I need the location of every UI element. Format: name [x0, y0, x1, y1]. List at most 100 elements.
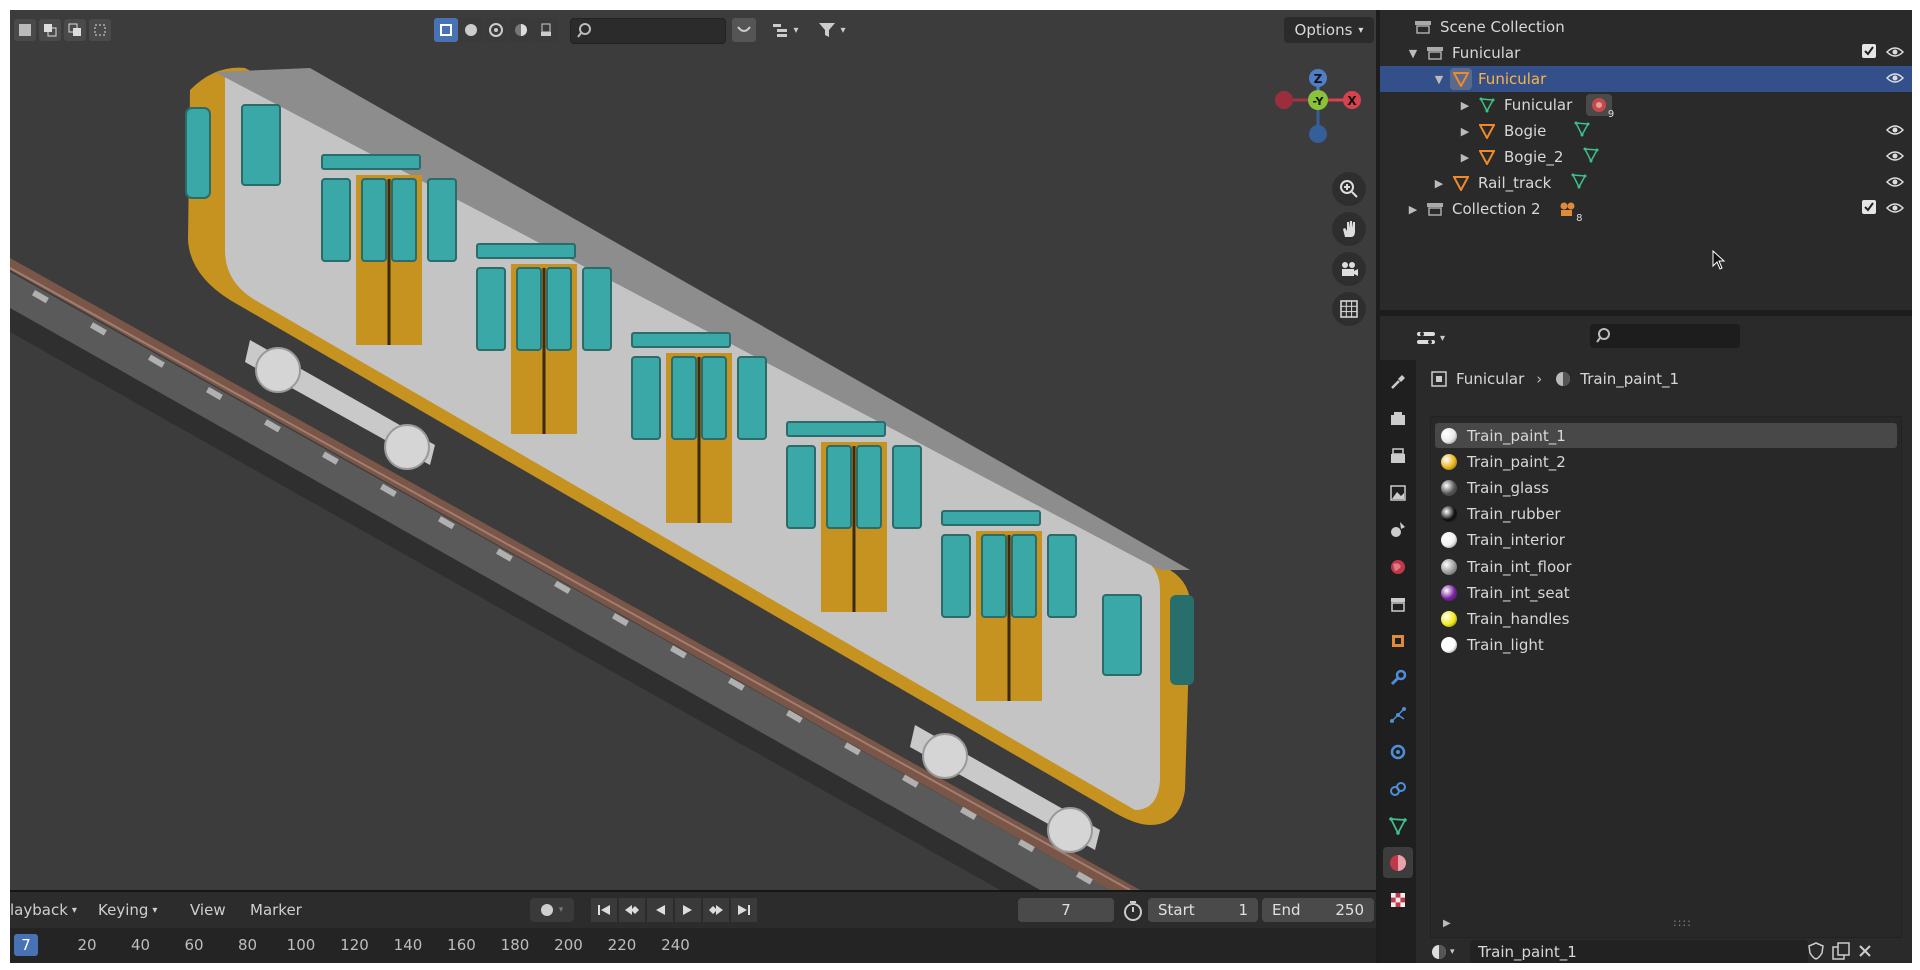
checkbox-icon[interactable] [1862, 200, 1876, 218]
outliner-row-bogie[interactable]: ▶ Bogie [1380, 118, 1912, 144]
overlay-toggle[interactable] [732, 18, 756, 42]
solid-shading-icon[interactable] [459, 18, 483, 42]
expand-right-icon[interactable]: ▶ [1458, 151, 1472, 164]
eye-icon[interactable] [1885, 174, 1905, 192]
particles-tab-icon[interactable] [1383, 699, 1413, 730]
play-icon[interactable] [675, 898, 701, 922]
checkbox-icon[interactable] [1862, 44, 1876, 62]
camera-icon[interactable] [1332, 252, 1366, 286]
eye-icon[interactable] [1885, 44, 1905, 62]
jump-end-icon[interactable] [731, 898, 757, 922]
filter-dropdown[interactable]: ▾ [810, 18, 854, 42]
current-frame-field[interactable]: 7 [1018, 898, 1114, 922]
collection-tab-icon[interactable] [1383, 588, 1413, 619]
3d-viewport[interactable]: ▾ ▾ Options ▾ Z X -Y [10, 10, 1376, 890]
texture-tab-icon[interactable] [1383, 884, 1413, 915]
close-icon[interactable] [1858, 944, 1872, 962]
material-slots-list[interactable]: ▶ :::: Train_paint_1 Train_paint_2 Train_g… [1430, 416, 1902, 938]
rendered-shading-icon[interactable] [509, 18, 533, 42]
select-intersect-icon[interactable] [89, 19, 111, 41]
eye-icon[interactable] [1885, 70, 1905, 88]
editor-type-dropdown[interactable]: ▾ [1416, 326, 1456, 350]
viewport-search-input[interactable] [570, 18, 726, 44]
view-layer-tab-icon[interactable] [1383, 477, 1413, 508]
frame-ruler[interactable]: 7 20 40 60 80 100 120 140 160 180 200 220 240 [10, 930, 1376, 960]
material-slot-item[interactable]: Train_int_seat [1435, 580, 1897, 605]
material-slot-item[interactable]: Train_handles [1435, 606, 1897, 631]
expand-right-icon[interactable]: ▶ [1432, 177, 1446, 190]
fake-user-shield-icon[interactable] [1808, 942, 1824, 963]
select-extend-icon[interactable] [39, 19, 61, 41]
outliner-row-bogie-2[interactable]: ▶ Bogie_2 [1380, 144, 1912, 170]
expand-down-icon[interactable]: ▼ [1432, 73, 1446, 86]
eye-icon[interactable] [1885, 200, 1905, 218]
stopwatch-icon[interactable] [1122, 900, 1144, 922]
start-frame-field[interactable]: Start 1 [1148, 898, 1258, 922]
expand-right-icon[interactable]: ▶ [1443, 918, 1451, 929]
keying-menu[interactable]: Keying ▾ [98, 901, 157, 919]
auto-keying-toggle[interactable]: ▾ [530, 898, 574, 922]
scene-tab-icon[interactable] [1383, 514, 1413, 545]
material-slot-item[interactable]: Train_paint_1 [1435, 423, 1897, 448]
tool-tab-icon[interactable] [1383, 366, 1413, 397]
properties-search-input[interactable] [1590, 324, 1740, 348]
expand-right-icon[interactable]: ▶ [1458, 125, 1472, 138]
browse-material-dropdown[interactable]: ▾ [1430, 940, 1466, 963]
material-slot-item[interactable]: Train_interior [1435, 528, 1897, 553]
data-tab-icon[interactable] [1383, 810, 1413, 841]
material-slot-item[interactable]: Train_int_floor [1435, 554, 1897, 579]
outliner-row-funicular-mesh[interactable]: ▶ Funicular 9 [1380, 92, 1912, 120]
material-name-field[interactable]: Train_paint_1 [1470, 940, 1808, 963]
render-tab-icon[interactable] [1383, 403, 1413, 434]
next-keyframe-icon[interactable] [703, 898, 729, 922]
filter-view-dropdown[interactable]: ▾ [766, 18, 806, 42]
play-reverse-icon[interactable] [647, 898, 673, 922]
playhead-frame[interactable]: 7 [14, 934, 38, 956]
end-frame-field[interactable]: End 250 [1262, 898, 1374, 922]
zoom-icon[interactable] [1332, 172, 1366, 206]
frame-tick-label: 220 [607, 936, 637, 954]
view-menu[interactable]: View [190, 901, 226, 919]
eye-icon[interactable] [1885, 148, 1905, 166]
select-new-icon[interactable] [14, 19, 36, 41]
material-tab-icon[interactable] [1383, 847, 1413, 878]
objects-badge[interactable]: 8 [1557, 198, 1583, 224]
outliner-row-collection-2[interactable]: ▶ Collection 2 8 [1380, 196, 1912, 224]
expand-down-icon[interactable]: ▼ [1406, 47, 1420, 60]
material-slot-item[interactable]: Train_paint_2 [1435, 449, 1897, 474]
list-resize-handle[interactable]: :::: [1673, 916, 1692, 929]
playback-menu[interactable]: layback ▾ [10, 901, 77, 919]
outliner-row-funicular-object[interactable]: ▼ Funicular [1380, 66, 1912, 92]
physics-tab-icon[interactable] [1383, 736, 1413, 767]
selection-mode-buttons[interactable] [14, 18, 124, 42]
start-value: 1 [1238, 901, 1248, 919]
viewport-brush-icon[interactable] [534, 18, 558, 42]
material-preview-icon[interactable] [484, 18, 508, 42]
object-tab-icon[interactable] [1383, 625, 1413, 656]
outliner-row-funicular-collection[interactable]: ▼ Funicular [1380, 40, 1912, 66]
constraints-tab-icon[interactable] [1383, 773, 1413, 804]
eye-icon[interactable] [1885, 122, 1905, 140]
expand-right-icon[interactable]: ▶ [1406, 203, 1420, 216]
material-slot-item[interactable]: Train_light [1435, 633, 1897, 658]
expand-right-icon[interactable]: ▶ [1458, 99, 1472, 112]
prev-keyframe-icon[interactable] [619, 898, 645, 922]
outliner-row-rail-track[interactable]: ▶ Rail_track [1380, 170, 1912, 196]
options-dropdown[interactable]: Options ▾ [1284, 17, 1374, 43]
world-tab-icon[interactable] [1383, 551, 1413, 582]
marker-menu[interactable]: Marker [250, 901, 302, 919]
output-tab-icon[interactable] [1383, 440, 1413, 471]
material-slot-item[interactable]: Train_glass [1435, 475, 1897, 500]
modifier-tab-icon[interactable] [1383, 662, 1413, 693]
jump-start-icon[interactable] [591, 898, 617, 922]
navigation-gizmo[interactable]: Z X -Y [1262, 62, 1362, 172]
pan-hand-icon[interactable] [1332, 212, 1366, 246]
collection-icon [1424, 198, 1446, 220]
duplicate-material-icon[interactable] [1832, 942, 1850, 963]
outliner-row-scene-collection[interactable]: Scene Collection [1380, 14, 1912, 40]
material-slot-item[interactable]: Train_rubber [1435, 502, 1897, 527]
grid-icon[interactable] [1332, 292, 1366, 326]
select-subtract-icon[interactable] [64, 19, 86, 41]
wireframe-xray-icon[interactable] [434, 18, 458, 42]
materials-badge[interactable]: 9 [1586, 94, 1614, 120]
